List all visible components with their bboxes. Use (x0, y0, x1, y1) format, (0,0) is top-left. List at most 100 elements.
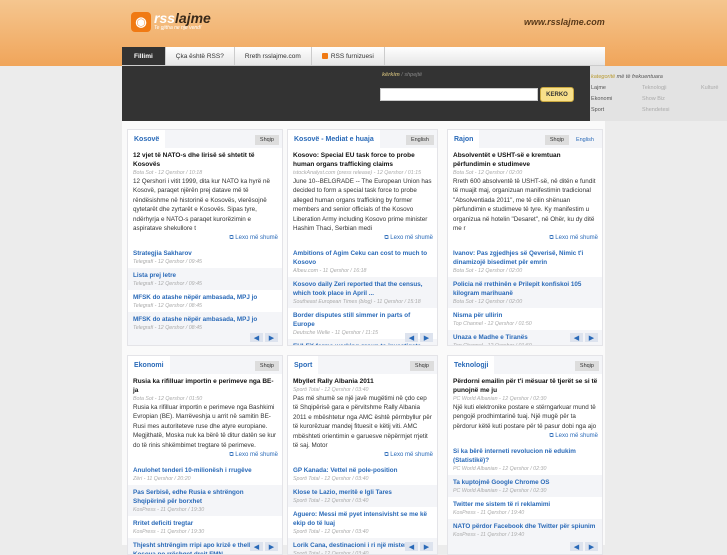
list-item[interactable]: Si ka bërë interneti revolucion në eduki… (448, 444, 602, 476)
item-title[interactable]: Aguero: Messi më pyet intensivisht se me… (293, 510, 432, 528)
list-item[interactable]: MFSK do atashe nëpër ambasada, MPJ jo Tel… (128, 312, 282, 334)
search-label: kërkim / shpejtë (382, 72, 422, 78)
panel-tab[interactable]: Kosovë - Mediat e huaja (288, 130, 380, 148)
next-arrow-icon[interactable]: ▶ (420, 333, 433, 342)
featured-title[interactable]: Përdorni emailin për t'i mësuar të tjerë… (453, 377, 598, 395)
read-more-link[interactable]: Lexo më shumë (293, 452, 433, 459)
list-item[interactable]: Aguero: Messi më pyet intensivisht se me… (288, 507, 437, 539)
category-link[interactable]: Sport (591, 107, 604, 113)
category-link[interactable]: Lajme (591, 85, 606, 91)
read-more-link[interactable]: Lexo më shumë (293, 235, 433, 242)
item-title[interactable]: Policia në rrethinën e Prilepit konfisko… (453, 280, 597, 298)
language-button[interactable]: Shqip (409, 361, 434, 371)
item-title[interactable]: Ta kuptojmë Google Chrome OS (453, 478, 597, 487)
item-title[interactable]: Si ka bërë interneti revolucion në eduki… (453, 447, 597, 465)
item-title[interactable]: Lista prej letre (133, 271, 277, 280)
language-button[interactable]: Shqip (254, 361, 279, 371)
read-more-link[interactable]: Lexo më shumë (453, 235, 598, 242)
panel-tab[interactable]: Ekonomi (128, 356, 170, 374)
panel-tab[interactable]: Rajon (448, 130, 480, 148)
item-meta: Sporti Total - 12 Qershor / 03:40 (293, 476, 369, 483)
list-item[interactable]: Kosovo daily Zeri reported that the cens… (288, 277, 437, 308)
item-title[interactable]: Pas Serbisë, edhe Rusia e shtrëngon Shqi… (133, 488, 277, 506)
next-arrow-icon[interactable]: ▶ (265, 333, 278, 342)
language-button[interactable]: Shqip (544, 135, 569, 145)
list-item[interactable]: Nisma për ullirin Top Channel - 12 Qersho… (448, 308, 602, 331)
item-title[interactable]: Ivanov: Pas zgjedhjes së Qeverisë, Nimic… (453, 249, 597, 267)
featured-title[interactable]: Absolventët e USHT-së e kremtuan përfund… (453, 151, 598, 169)
read-more-link[interactable]: Lexo më shumë (453, 433, 598, 440)
list-item[interactable]: Strategjia Sakharov Telegrafi - 12 Qersho… (128, 246, 282, 269)
featured-title[interactable]: Kosovo: Special EU task force to probe h… (293, 151, 433, 169)
prev-arrow-icon[interactable]: ◀ (250, 333, 263, 342)
language-button[interactable]: Shqip (254, 135, 279, 145)
rss-icon (321, 53, 328, 59)
featured-body: June 10--BELGRADE -- The European Union … (293, 178, 432, 233)
search-input[interactable] (380, 88, 538, 101)
list-item[interactable]: Anulohet tenderi 10-milionësh i rrugëve Z… (128, 463, 282, 486)
item-title[interactable]: Border disputes still simmer in parts of… (293, 311, 432, 329)
item-title[interactable]: Kosovo daily Zeri reported that the cens… (293, 280, 432, 298)
site-logo[interactable]: ◉ rsslajme Te gjitha ne nje vend! (131, 11, 211, 32)
nav-what-is-rss[interactable]: Çka është RSS? (166, 47, 235, 65)
list-item[interactable]: Policia në rrethinën e Prilepit konfisko… (448, 277, 602, 308)
panel-tab[interactable]: Sport (288, 356, 319, 374)
nav-label: RSS furnizuesi (330, 52, 374, 60)
category-link[interactable]: Show Biz (642, 96, 665, 102)
pager: ◀ ▶ (250, 333, 278, 342)
item-title[interactable]: EULEX forms working group to investigate… (293, 342, 432, 345)
prev-arrow-icon[interactable]: ◀ (405, 542, 418, 551)
language-button[interactable]: English (405, 135, 434, 145)
next-arrow-icon[interactable]: ▶ (585, 333, 598, 342)
item-title[interactable]: MFSK do atashe nëpër ambasada, MPJ jo (133, 293, 277, 302)
list-item[interactable]: MFSK do atashe nëpër ambasada, MPJ jo Tel… (128, 290, 282, 313)
featured-title[interactable]: Rusia ka rifilluar importin e perimeve n… (133, 377, 278, 395)
featured-title[interactable]: 12 vjet të NATO-s dhe lirisë së shtetit … (133, 151, 278, 169)
language-button[interactable]: Shqip (574, 361, 599, 371)
item-title[interactable]: Rritet deficiti tregtar (133, 519, 277, 528)
featured-article: Përdorni emailin për t'i mësuar të tjerë… (448, 374, 602, 445)
prev-arrow-icon[interactable]: ◀ (405, 333, 418, 342)
search-button[interactable]: KERKO (540, 87, 574, 102)
nav-rss-providers[interactable]: RSS furnizuesi (312, 47, 385, 65)
next-arrow-icon[interactable]: ▶ (265, 542, 278, 551)
list-item[interactable]: Rritet deficiti tregtar KosPress - 11 Qer… (128, 516, 282, 539)
language-button[interactable]: English (571, 135, 599, 145)
list-item[interactable]: Ambitions of Agim Ceku can cost to much … (288, 246, 437, 278)
read-more-link[interactable]: Lexo më shumë (133, 235, 278, 242)
list-item[interactable]: Ta kuptojmë Google Chrome OS PC World Alb… (448, 475, 602, 497)
panel-tab[interactable]: Kosovë (128, 130, 166, 148)
item-title[interactable]: Twitter me sistem të ri reklamimi (453, 500, 597, 509)
item-meta: KosPress - 11 Qershor / 19:30 (133, 507, 205, 514)
nav-home[interactable]: Fillimi (122, 47, 166, 65)
nav-about[interactable]: Rreth rsslajme.com (235, 47, 312, 65)
category-link[interactable]: Shendetesi (642, 107, 670, 113)
item-title[interactable]: Anulohet tenderi 10-milionësh i rrugëve (133, 466, 277, 475)
item-title[interactable]: Klose te Lazio, meritë e Igli Tares (293, 488, 432, 497)
item-title[interactable]: Nisma për ullirin (453, 311, 597, 320)
category-link[interactable]: Kulturë (701, 85, 718, 91)
list-item[interactable]: Ivanov: Pas zgjedhjes së Qeverisë, Nimic… (448, 246, 602, 278)
category-link[interactable]: Ekonomi (591, 96, 612, 102)
featured-title[interactable]: Mbyllet Rally Albania 2011 (293, 377, 433, 386)
item-title[interactable]: GP Kanada: Vettel në pole-position (293, 466, 432, 475)
item-title[interactable]: MFSK do atashe nëpër ambasada, MPJ jo (133, 315, 277, 324)
item-title[interactable]: NATO përdor Facebook dhe Twitter për spi… (453, 522, 597, 531)
item-title[interactable]: Ambitions of Agim Ceku can cost to much … (293, 249, 432, 267)
list-item[interactable]: NATO përdor Facebook dhe Twitter për spi… (448, 519, 602, 541)
item-title[interactable]: Strategjia Sakharov (133, 249, 277, 258)
next-arrow-icon[interactable]: ▶ (585, 542, 598, 551)
next-arrow-icon[interactable]: ▶ (420, 542, 433, 551)
list-item[interactable]: GP Kanada: Vettel në pole-position Sporti… (288, 463, 437, 486)
list-item[interactable]: Klose te Lazio, meritë e Igli Tares Sport… (288, 485, 437, 507)
category-link[interactable]: Teknologji (642, 85, 666, 91)
list-item[interactable]: Twitter me sistem të ri reklamimi KosPres… (448, 497, 602, 520)
list-item[interactable]: Pas Serbisë, edhe Rusia e shtrëngon Shqi… (128, 485, 282, 516)
read-more-link[interactable]: Lexo më shumë (133, 452, 278, 459)
panel-tab[interactable]: Teknologji (448, 356, 495, 374)
prev-arrow-icon[interactable]: ◀ (570, 333, 583, 342)
list-item[interactable]: Lista prej letre Telegrafi - 12 Qershor /… (128, 268, 282, 290)
prev-arrow-icon[interactable]: ◀ (250, 542, 263, 551)
featured-article: Kosovo: Special EU task force to probe h… (288, 148, 437, 247)
prev-arrow-icon[interactable]: ◀ (570, 542, 583, 551)
